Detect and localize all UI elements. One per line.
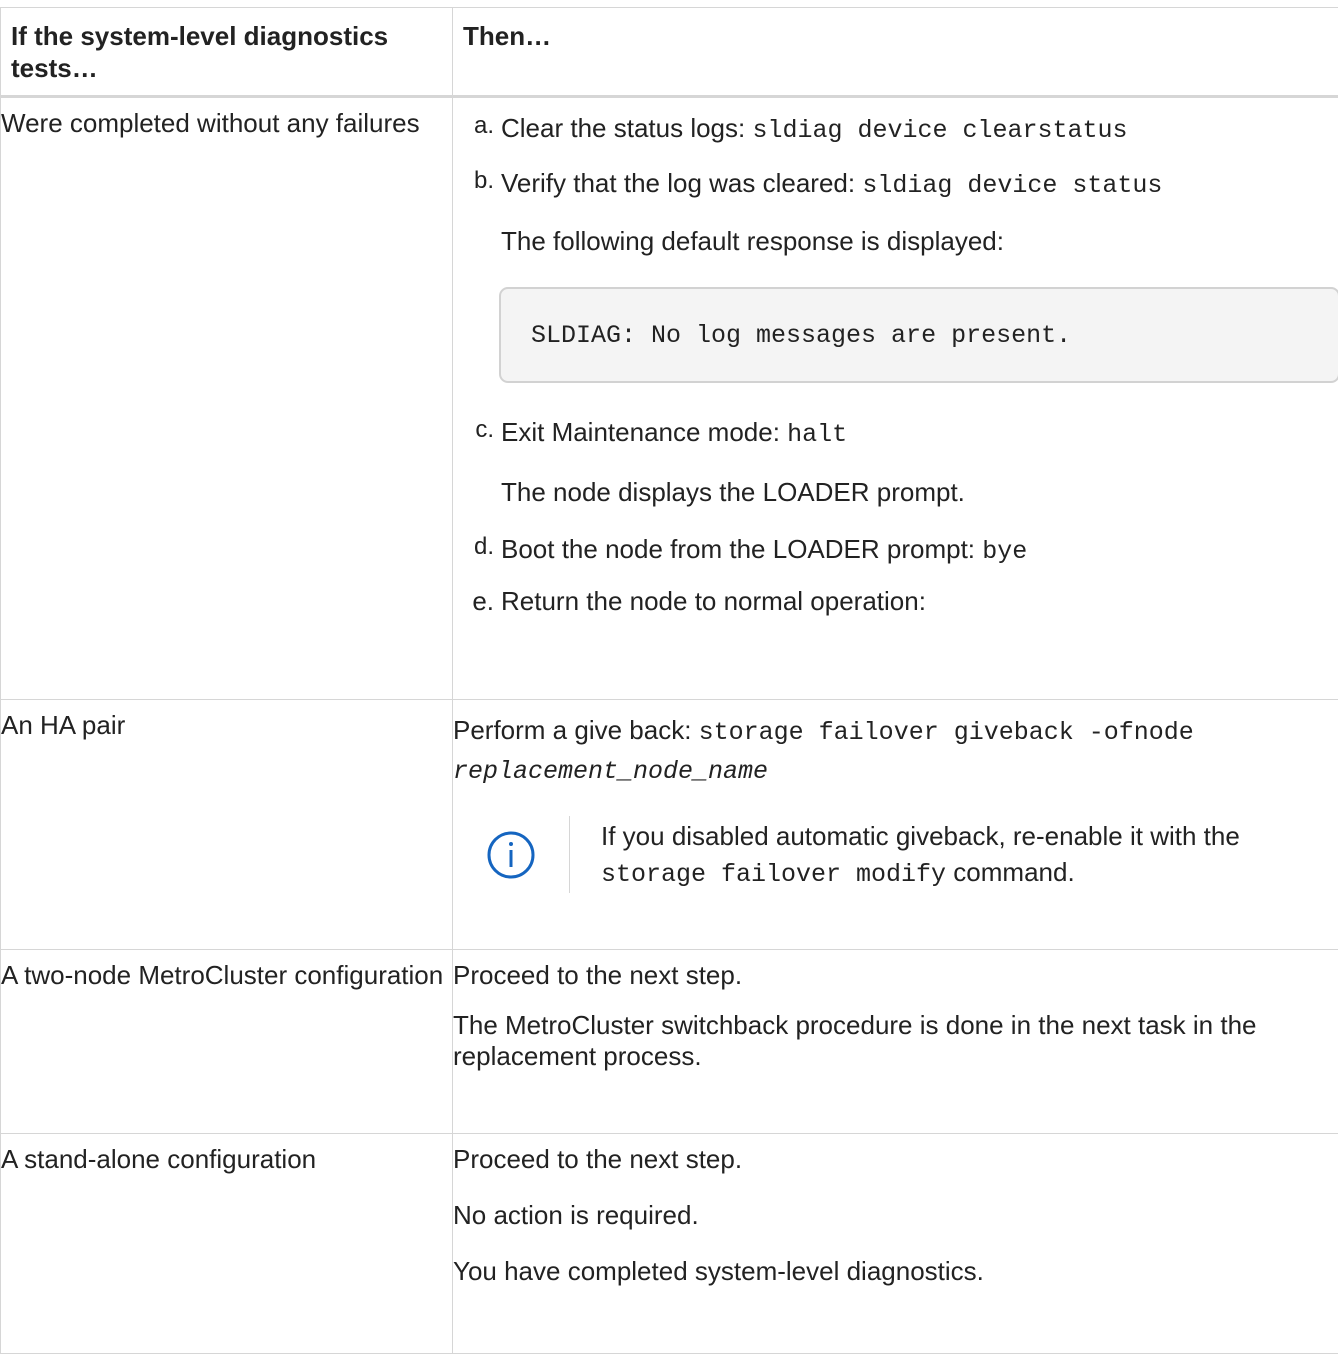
action-line: The MetroCluster switchback procedure is… xyxy=(453,1010,1338,1072)
action-cell: Perform a give back: storage failover gi… xyxy=(453,700,1338,950)
step-text: Verify that the log was cleared: sldiag … xyxy=(501,168,1162,201)
inline-code: sldiag device status xyxy=(862,171,1162,200)
inline-code: bye xyxy=(982,537,1027,566)
step-c-followup: The node displays the LOADER prompt. xyxy=(453,477,1338,508)
action-text: Perform a give back: storage failover gi… xyxy=(453,712,1338,790)
code-block: SLDIAG: No log messages are present. xyxy=(499,287,1338,383)
diagnostics-table: If the system-level diagnostics tests… T… xyxy=(0,7,1338,1354)
action-line: You have completed system-level diagnost… xyxy=(453,1256,1338,1287)
action-cell: a. Clear the status logs: sldiag device … xyxy=(453,97,1338,700)
inline-code: storage failover giveback -ofnode xyxy=(699,718,1194,747)
step-text: Return the node to normal operation: xyxy=(501,586,926,617)
step-e: e. Return the node to normal operation: xyxy=(453,586,1338,626)
inline-code: storage failover modify xyxy=(601,860,946,889)
step-marker: a. xyxy=(453,110,501,141)
table-row: A stand-alone configuration Proceed to t… xyxy=(1,1134,1338,1354)
step-text: Exit Maintenance mode: halt xyxy=(501,417,847,450)
step-text: Clear the status logs: sldiag device cle… xyxy=(501,113,1128,146)
condition-cell: A two-node MetroCluster configuration xyxy=(1,950,453,1134)
table-row: An HA pair Perform a give back: storage … xyxy=(1,700,1338,950)
action-line: No action is required. xyxy=(453,1200,1338,1231)
step-marker: d. xyxy=(453,531,501,562)
step-d: d. Boot the node from the LOADER prompt:… xyxy=(453,534,1338,574)
action-cell: Proceed to the next step. The MetroClust… xyxy=(453,950,1338,1134)
code-block-text: SLDIAG: No log messages are present. xyxy=(531,320,1071,351)
info-circle-icon xyxy=(486,830,536,880)
table-header-row: If the system-level diagnostics tests… T… xyxy=(1,8,1338,97)
header-condition: If the system-level diagnostics tests… xyxy=(1,8,453,97)
note-icon-column xyxy=(453,816,570,893)
step-marker: e. xyxy=(453,586,501,617)
action-cell: Proceed to the next step. No action is r… xyxy=(453,1134,1338,1354)
inline-code-italic: replacement_node_name xyxy=(453,757,768,786)
step-marker: c. xyxy=(453,414,501,445)
step-text: Boot the node from the LOADER prompt: by… xyxy=(501,534,1027,567)
action-line: Proceed to the next step. xyxy=(453,1144,1338,1175)
inline-code: sldiag device clearstatus xyxy=(752,116,1127,145)
step-marker: b. xyxy=(453,165,501,196)
step-a: a. Clear the status logs: sldiag device … xyxy=(453,113,1338,153)
step-b-followup: The following default response is displa… xyxy=(453,226,1338,257)
table-row: Were completed without any failures a. C… xyxy=(1,97,1338,700)
condition-cell: An HA pair xyxy=(1,700,453,950)
action-line: Proceed to the next step. xyxy=(453,960,1338,991)
condition-cell: Were completed without any failures xyxy=(1,97,453,700)
step-b: b. Verify that the log was cleared: sldi… xyxy=(453,168,1338,208)
inline-code: halt xyxy=(787,420,847,449)
step-c: c. Exit Maintenance mode: halt xyxy=(453,417,1338,457)
note-callout: If you disabled automatic giveback, re-e… xyxy=(453,816,1338,893)
condition-cell: A stand-alone configuration xyxy=(1,1134,453,1354)
table-row: A two-node MetroCluster configuration Pr… xyxy=(1,950,1338,1134)
note-text: If you disabled automatic giveback, re-e… xyxy=(570,816,1338,893)
header-action: Then… xyxy=(453,8,1338,97)
